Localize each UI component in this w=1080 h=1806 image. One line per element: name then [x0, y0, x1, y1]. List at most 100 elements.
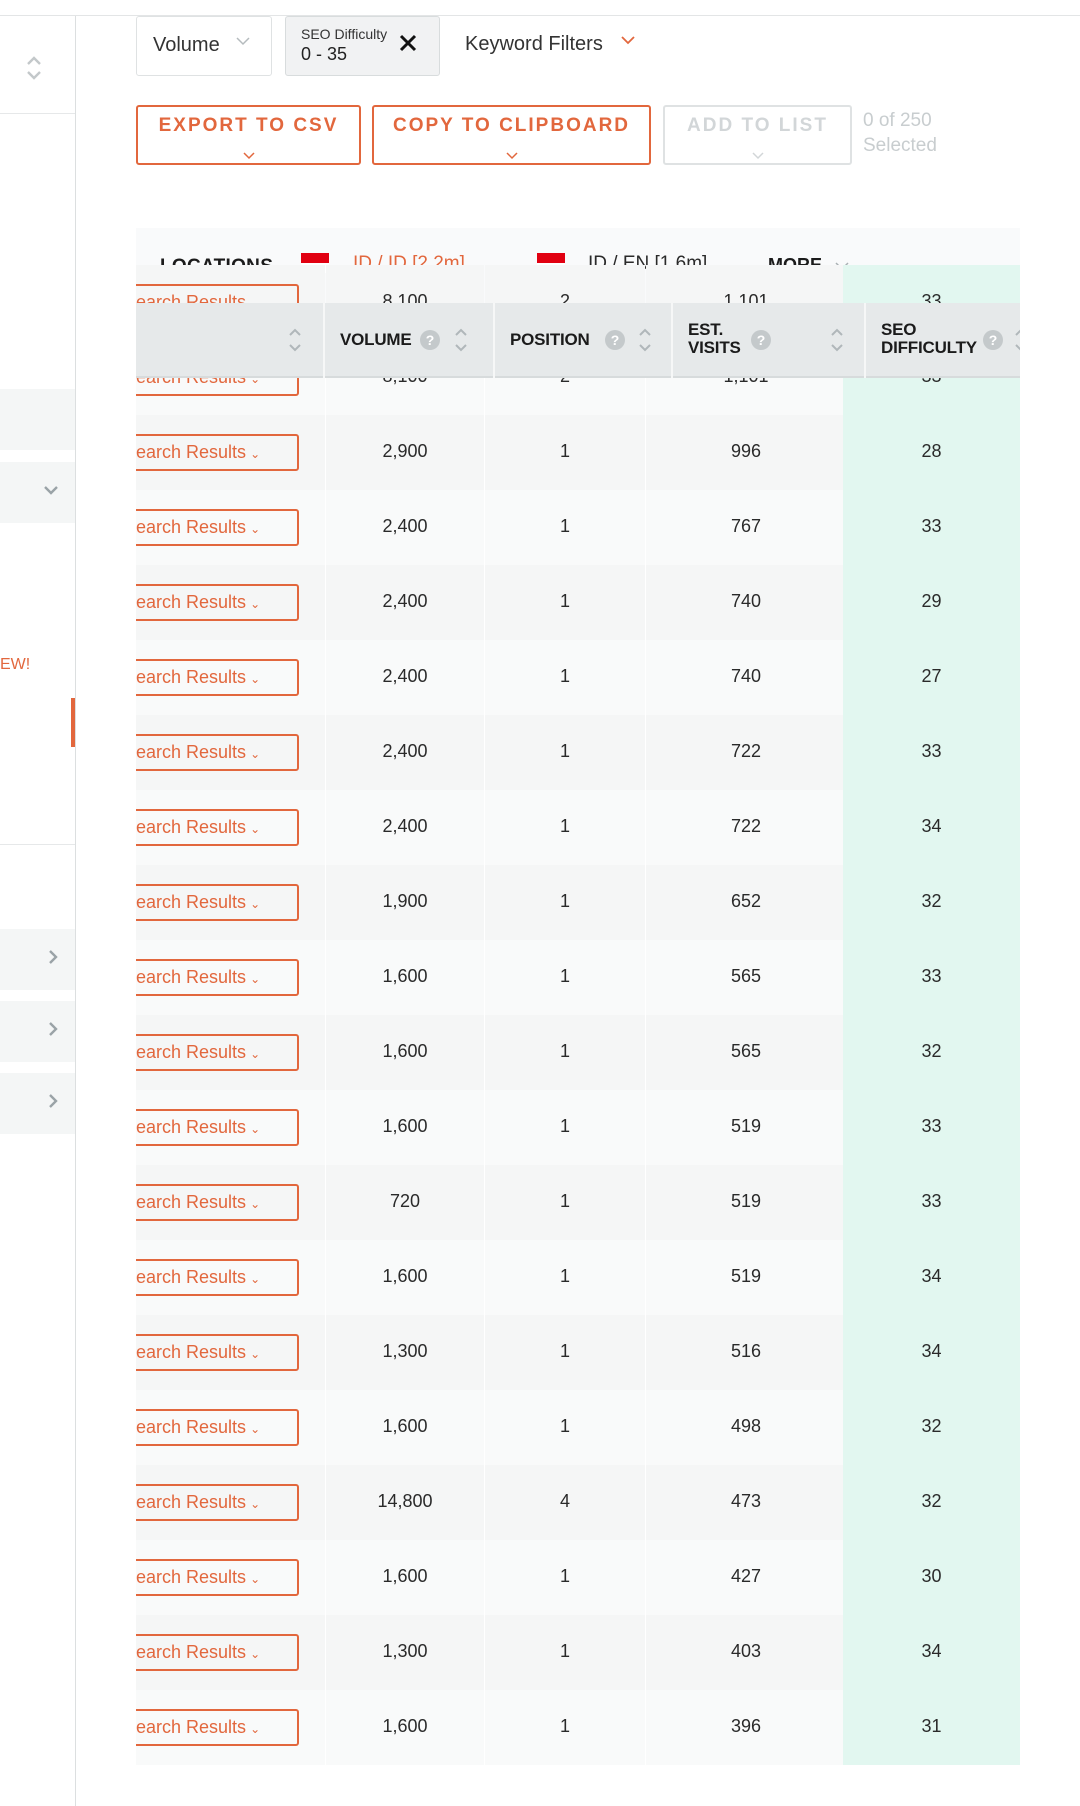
volume-value: 2,400 [382, 591, 428, 611]
new-badge: EW! [0, 656, 31, 673]
help-icon[interactable]: ? [983, 330, 1003, 350]
keyword-filters-dropdown[interactable]: Keyword Filters [465, 16, 665, 76]
serp-dropdown-button[interactable]: earch Results⌄ [136, 509, 299, 546]
serp-dropdown-button[interactable]: earch Results⌄ [136, 1034, 299, 1071]
column-header-position[interactable]: POSITION ? [495, 303, 673, 378]
table-row[interactable]: earch Results ⌄ 2,400 1 767 33 [136, 490, 1020, 565]
est-visits-value: 519 [730, 1116, 762, 1136]
seo-difficulty-value: 32 [921, 1491, 942, 1511]
table-row[interactable]: earch Results ⌄ 1,600 1 565 33 [136, 940, 1020, 1015]
sidebar-item-collapsed[interactable] [0, 1073, 75, 1134]
est-visits-value: 519 [730, 1266, 762, 1286]
position-value: 1 [559, 891, 570, 911]
sidebar-item-expandable[interactable] [0, 462, 75, 523]
serp-dropdown-button[interactable]: earch Results⌄ [136, 659, 299, 696]
help-icon[interactable]: ? [751, 330, 771, 350]
table-row[interactable]: earch Results ⌄ 1,300 1 403 34 [136, 1615, 1020, 1690]
chevron-right-icon [47, 1021, 59, 1042]
est-visits-label-line1: EST. [688, 320, 724, 339]
close-icon[interactable] [398, 31, 418, 57]
position-value: 1 [559, 816, 570, 836]
sort-icon[interactable] [1012, 323, 1020, 360]
serp-dropdown-button[interactable]: earch Results⌄ [136, 1259, 299, 1296]
volume-value: 1,600 [382, 1566, 428, 1586]
help-icon[interactable]: ? [605, 330, 625, 350]
table-row[interactable]: earch Results ⌄ 720 1 519 33 [136, 1165, 1020, 1240]
chevron-down-icon: ⌄ [250, 1572, 261, 1586]
sort-icon[interactable] [452, 323, 470, 360]
serp-dropdown-button[interactable]: earch Results⌄ [136, 809, 299, 846]
active-indicator [71, 698, 75, 747]
volume-filter-dropdown[interactable]: Volume [136, 16, 272, 76]
serp-dropdown-button[interactable]: earch Results⌄ [136, 1334, 299, 1371]
table-row[interactable]: earch Results ⌄ 2,400 1 722 33 [136, 715, 1020, 790]
serp-label: earch Results [136, 1417, 247, 1437]
serp-label: earch Results [136, 1117, 247, 1137]
serp-dropdown-button[interactable]: earch Results⌄ [136, 959, 299, 996]
serp-dropdown-button[interactable]: earch Results⌄ [136, 1409, 299, 1446]
sort-icon[interactable] [828, 323, 846, 360]
column-header-volume[interactable]: VOLUME ? [325, 303, 495, 378]
chevron-down-icon: ⌄ [250, 522, 261, 536]
table-row[interactable]: earch Results ⌄ 1,600 1 498 32 [136, 1390, 1020, 1465]
volume-value: 2,400 [382, 816, 428, 836]
table-header: VOLUME ? POSITION ? EST. VISITS ? SEO DIFF… [136, 303, 1020, 378]
column-header-keyword[interactable] [136, 303, 325, 378]
table-row[interactable]: earch Results ⌄ 2,900 1 996 28 [136, 415, 1020, 490]
serp-dropdown-button[interactable]: earch Results⌄ [136, 434, 299, 471]
seo-difficulty-value: 33 [921, 1116, 942, 1136]
add-to-list-button[interactable]: ADD TO LIST [663, 105, 852, 165]
serp-dropdown-button[interactable]: earch Results⌄ [136, 1184, 299, 1221]
table-row[interactable]: earch Results ⌄ 1,600 1 565 32 [136, 1015, 1020, 1090]
volume-value: 2,400 [382, 666, 428, 686]
position-value: 1 [559, 1716, 570, 1736]
column-header-est-visits[interactable]: EST. VISITS ? [673, 303, 866, 378]
chevron-down-icon: ⌄ [250, 1722, 261, 1736]
sort-icon[interactable] [636, 323, 654, 360]
help-icon[interactable]: ? [420, 330, 440, 350]
table-row[interactable]: earch Results ⌄ 1,600 1 396 31 [136, 1690, 1020, 1765]
serp-dropdown-button[interactable]: earch Results⌄ [136, 1559, 299, 1596]
position-value: 1 [559, 1266, 570, 1286]
serp-label: earch Results [136, 1492, 247, 1512]
serp-label: earch Results [136, 1342, 247, 1362]
table-row[interactable]: earch Results ⌄ 2,400 1 740 29 [136, 565, 1020, 640]
copy-to-clipboard-button[interactable]: COPY TO CLIPBOARD [372, 105, 651, 165]
serp-label: earch Results [136, 592, 247, 612]
serp-dropdown-button[interactable]: earch Results⌄ [136, 1709, 299, 1746]
serp-dropdown-button[interactable]: earch Results⌄ [136, 584, 299, 621]
sidebar-item-collapsed[interactable] [0, 1001, 75, 1062]
table-row[interactable]: earch Results ⌄ 1,900 1 652 32 [136, 865, 1020, 940]
table-row[interactable]: earch Results ⌄ 14,800 4 473 32 [136, 1465, 1020, 1540]
seo-difficulty-filter-chip[interactable]: SEO Difficulty 0 - 35 [285, 16, 440, 76]
selection-count-label: Selected [863, 135, 937, 156]
serp-label: earch Results [136, 1192, 247, 1212]
seo-difficulty-value: 34 [921, 1641, 942, 1661]
est-visits-value: 767 [730, 516, 762, 536]
chevron-down-icon: ⌄ [250, 747, 261, 761]
table-row[interactable]: earch Results ⌄ 1,600 1 519 33 [136, 1090, 1020, 1165]
serp-dropdown-button[interactable]: earch Results⌄ [136, 884, 299, 921]
volume-header-label: VOLUME [340, 330, 412, 349]
table-row[interactable]: earch Results ⌄ 2,400 1 740 27 [136, 640, 1020, 715]
serp-label: earch Results [136, 742, 247, 762]
table-row[interactable]: earch Results ⌄ 1,600 1 427 30 [136, 1540, 1020, 1615]
est-visits-value: 427 [730, 1566, 762, 1586]
serp-dropdown-button[interactable]: earch Results⌄ [136, 1484, 299, 1521]
chevron-down-icon: ⌄ [250, 1422, 261, 1436]
serp-dropdown-button[interactable]: earch Results⌄ [136, 734, 299, 771]
serp-dropdown-button[interactable]: earch Results⌄ [136, 1634, 299, 1671]
sidebar-item[interactable] [0, 389, 75, 450]
table-row[interactable]: earch Results ⌄ 1,600 1 519 34 [136, 1240, 1020, 1315]
export-to-csv-button[interactable]: EXPORT TO CSV [136, 105, 361, 165]
sort-icon[interactable] [286, 323, 304, 360]
serp-dropdown-button[interactable]: earch Results⌄ [136, 1109, 299, 1146]
table-row[interactable]: earch Results ⌄ 2,400 1 722 34 [136, 790, 1020, 865]
sidebar: EW! [0, 16, 76, 1806]
chevron-down-icon: ⌄ [250, 597, 261, 611]
sidebar-item-collapsed[interactable] [0, 929, 75, 990]
column-header-seo-difficulty[interactable]: SEO DIFFICULTY ? [866, 303, 1020, 378]
position-value: 1 [559, 1041, 570, 1061]
table-row[interactable]: earch Results ⌄ 1,300 1 516 34 [136, 1315, 1020, 1390]
sidebar-sort-icon[interactable] [24, 48, 44, 88]
